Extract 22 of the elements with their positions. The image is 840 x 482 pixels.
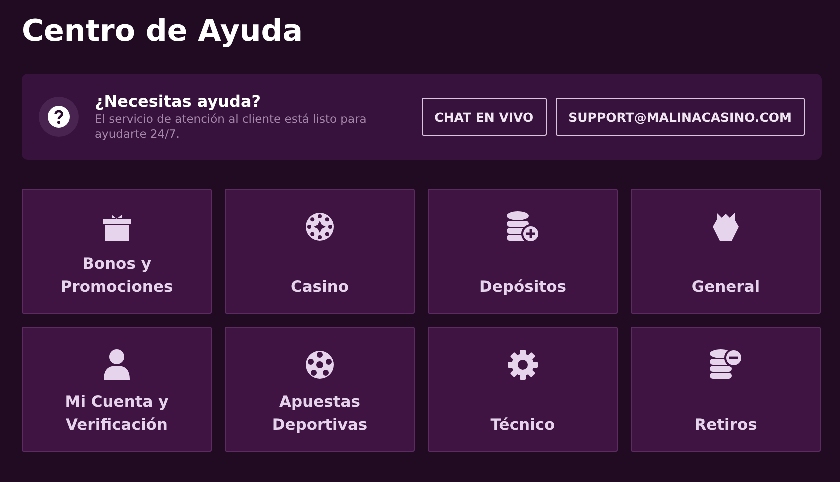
category-card[interactable]: Apuestas Deportivas	[225, 327, 415, 452]
category-card[interactable]: General	[631, 189, 821, 314]
category-card[interactable]: Bonos y Promociones	[22, 189, 212, 314]
email-button[interactable]: SUPPORT@MALINACASINO.COM	[556, 98, 805, 136]
coins-plus-icon	[506, 211, 540, 243]
crest-icon	[712, 212, 740, 242]
poker-chip-icon	[305, 212, 335, 242]
soccer-ball-icon	[305, 350, 335, 380]
category-card[interactable]: Técnico	[428, 327, 618, 452]
help-icon	[39, 97, 79, 137]
category-card[interactable]: Retiros	[631, 327, 821, 452]
category-card[interactable]: Mi Cuenta y Verificación	[22, 327, 212, 452]
settings-icon	[507, 349, 539, 381]
page-title: Centro de Ayuda	[22, 13, 304, 51]
gift-icon	[102, 212, 132, 242]
user-icon	[103, 349, 131, 381]
live-chat-button[interactable]: CHAT EN VIVO	[422, 98, 547, 136]
category-card[interactable]: Casino	[225, 189, 415, 314]
category-card[interactable]: Depósitos	[428, 189, 618, 314]
coins-minus-icon	[709, 349, 743, 381]
banner-heading: ¿Necesitas ayuda?	[95, 92, 262, 111]
banner-text: El servicio de atención al cliente está listo para ayudarte 24/7.	[95, 112, 368, 142]
